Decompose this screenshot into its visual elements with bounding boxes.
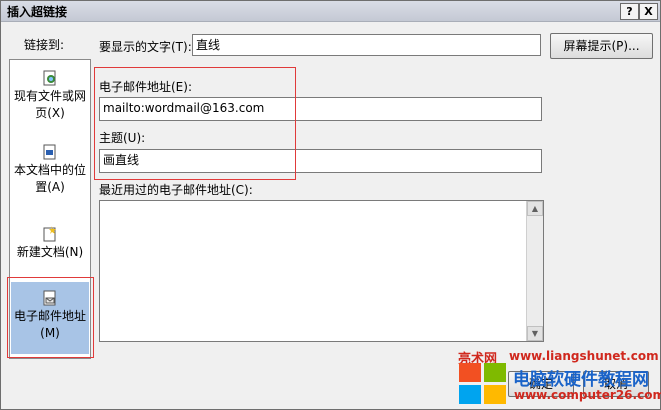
sidebar-item-label: 现有文件或网页(X) — [13, 89, 86, 120]
vertical-scrollbar[interactable]: ▲ ▼ — [526, 201, 543, 341]
highlight-box-fields — [94, 67, 296, 180]
help-button[interactable]: ? — [620, 3, 639, 20]
sidebar-item-label: 新建文档(N) — [16, 245, 84, 259]
screentip-button[interactable]: 屏幕提示(P)... — [550, 33, 653, 59]
sidebar-item-existing-file[interactable]: 现有文件或网页(X) — [11, 70, 89, 122]
sidebar-item-place-in-document[interactable]: 本文档中的位置(A) — [11, 144, 89, 196]
document-place-icon — [43, 144, 56, 160]
sidebar-item-new-document[interactable]: 新建文档(N) — [11, 226, 89, 261]
display-text-input[interactable]: 直线 — [192, 34, 541, 56]
watermark-site2-name: 电脑软硬件教程网 — [513, 370, 649, 390]
dialog-title: 插入超链接 — [7, 5, 68, 19]
recent-emails-label: 最近用过的电子邮件地址(C): — [99, 183, 253, 197]
title-bar: 插入超链接 ? X — [1, 1, 660, 22]
recent-emails-list[interactable]: ▲ ▼ — [99, 200, 544, 342]
sidebar-item-label: 本文档中的位置(A) — [13, 163, 86, 194]
new-document-icon — [43, 226, 56, 242]
watermark-site2-url: www.computer26.com — [514, 388, 661, 402]
highlight-box-sidebar — [7, 277, 94, 358]
close-button[interactable]: X — [639, 3, 658, 20]
watermark-site1-url: www.liangshunet.com — [509, 349, 659, 363]
display-text-label: 要显示的文字(T): — [99, 40, 192, 54]
scroll-up-icon[interactable]: ▲ — [527, 201, 543, 216]
windows-logo-icon — [459, 363, 506, 404]
scroll-down-icon[interactable]: ▼ — [527, 326, 543, 341]
link-to-label: 链接到: — [24, 38, 65, 52]
web-page-icon — [43, 70, 56, 86]
insert-hyperlink-dialog: 插入超链接 ? X 链接到: 现有文件或网页(X) 本文档中的位置(A) 新建文… — [0, 0, 661, 410]
